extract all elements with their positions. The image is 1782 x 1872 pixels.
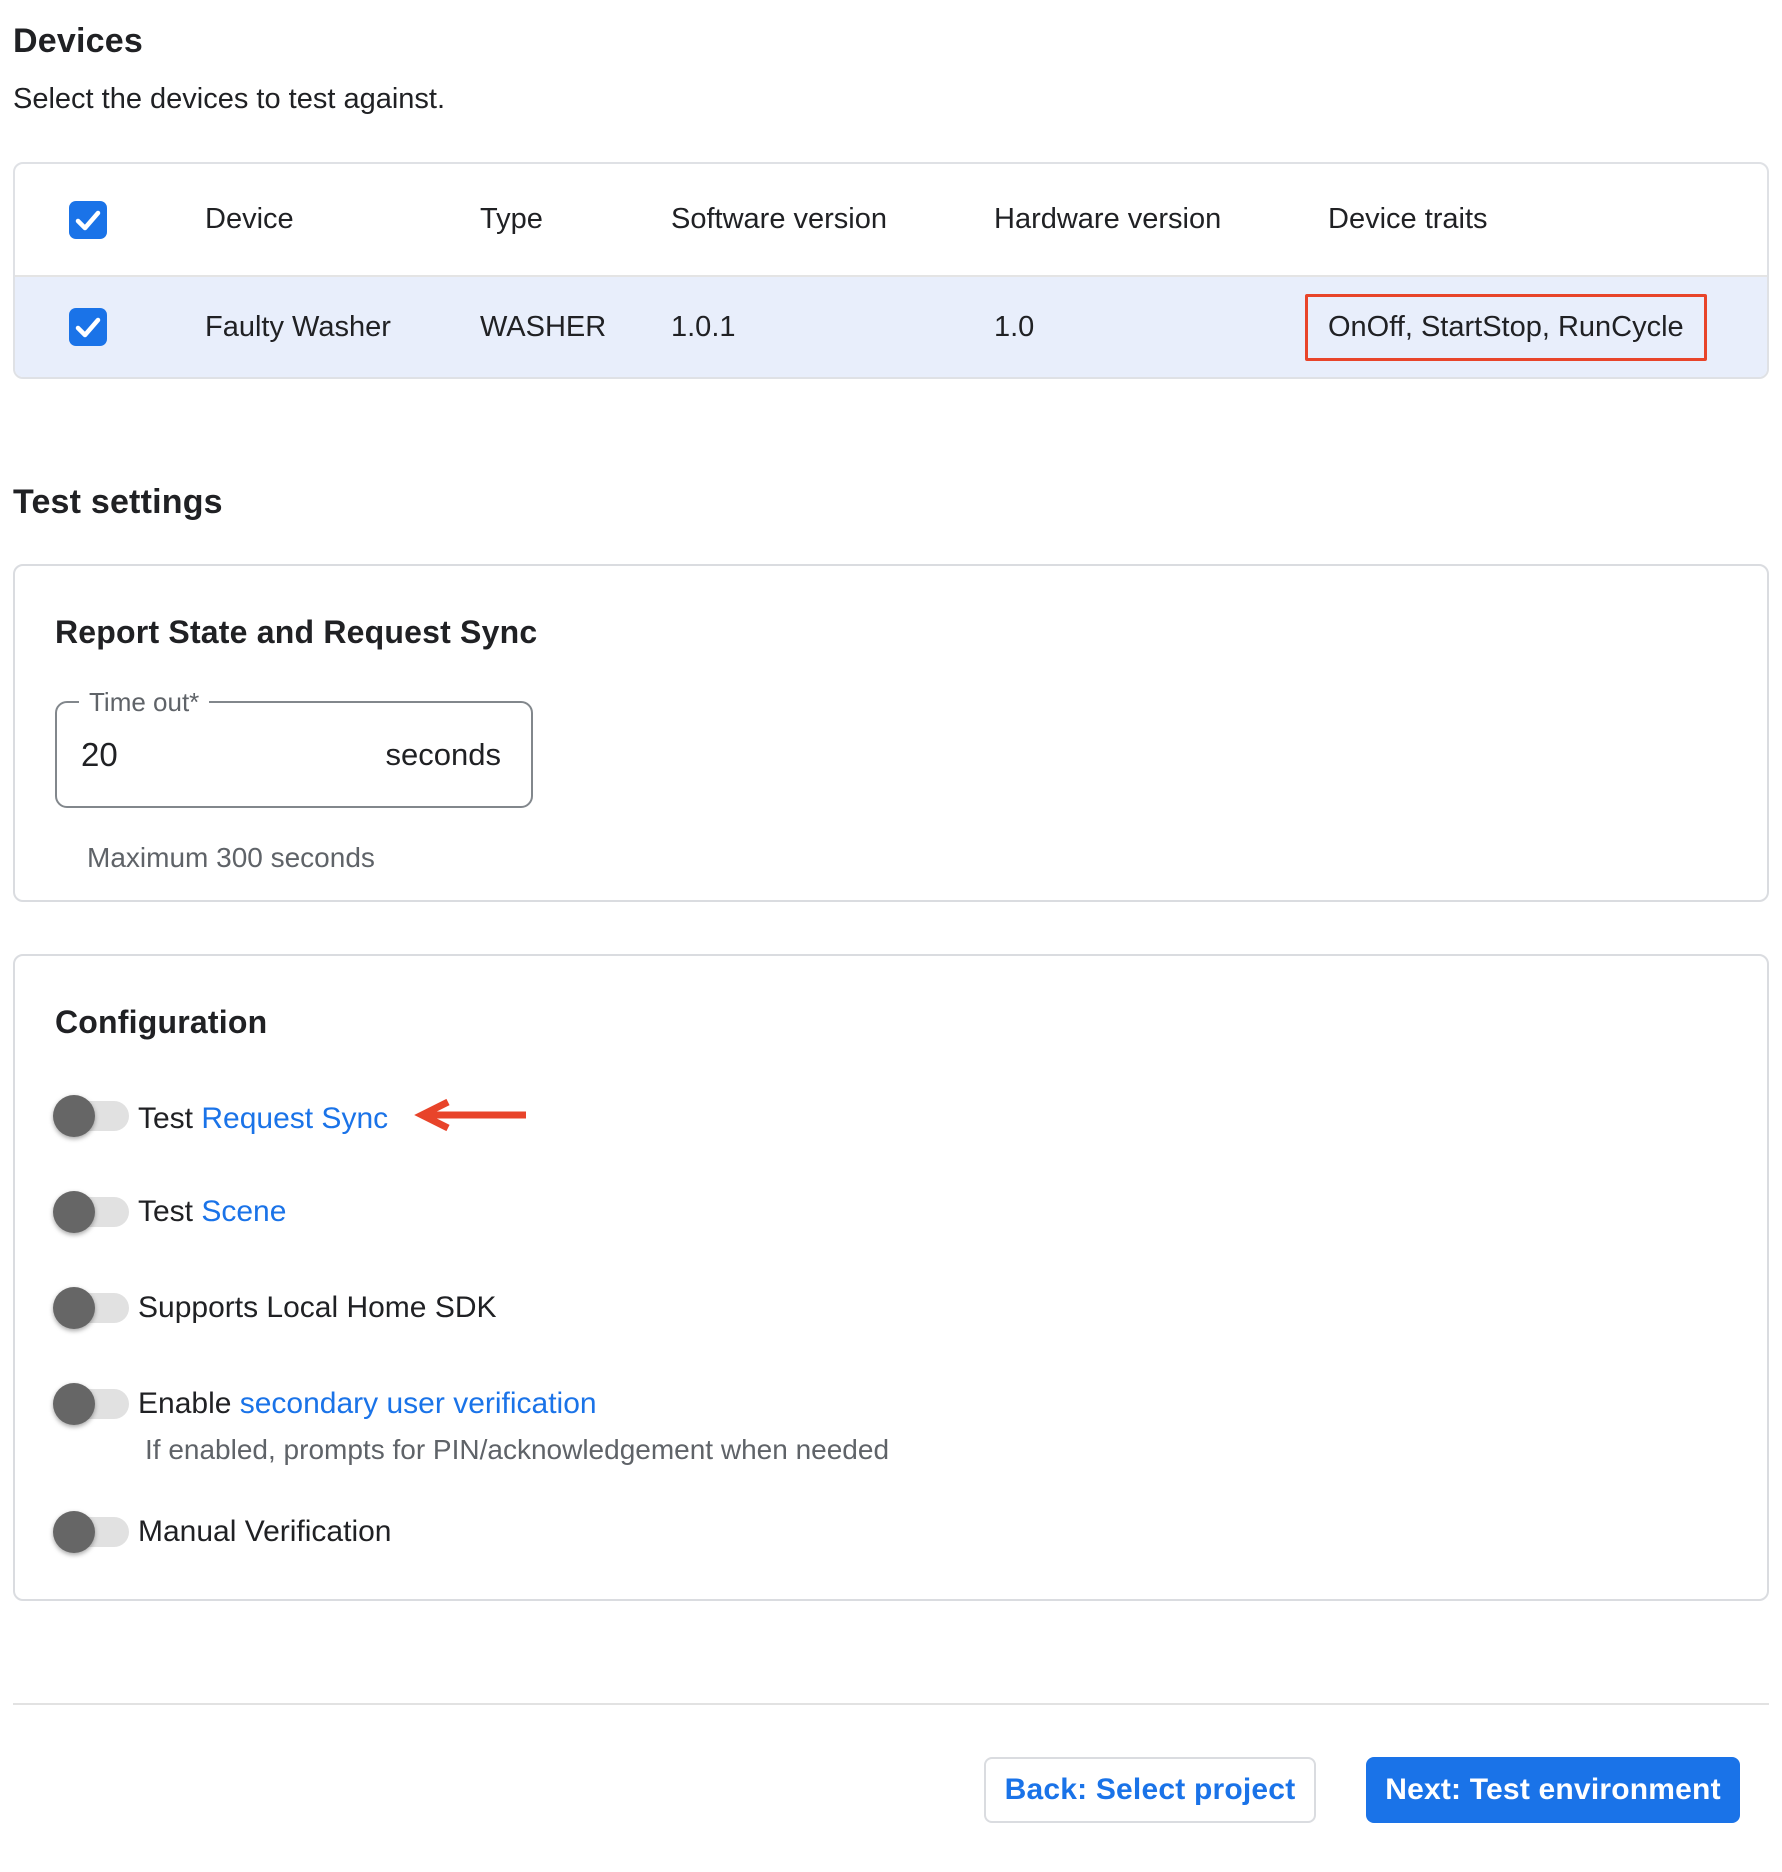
test-request-sync-toggle[interactable] [53, 1093, 129, 1139]
timeout-helper-text: Maximum 300 seconds [87, 842, 375, 873]
toggle-label-secondary-user-verification: Enable secondary user verification [138, 1387, 597, 1421]
toggle-row-manual-verification: Manual Verification [53, 1509, 1727, 1555]
test-suite-page: Devices Select the devices to test again… [0, 22, 1782, 1823]
report-sync-card: Report State and Request Sync Time out* … [13, 564, 1769, 902]
select-all-cell [15, 200, 205, 239]
column-header-device: Device [205, 203, 294, 235]
cell-software-version: 1.0.1 [671, 310, 736, 343]
cell-device-type: WASHER [480, 310, 607, 343]
timeout-unit-label: seconds [385, 737, 501, 772]
column-header-hardware-version: Hardware version [994, 203, 1222, 235]
supports-local-home-sdk-toggle[interactable] [53, 1285, 129, 1331]
toggle-label-prefix: Test [138, 1195, 202, 1228]
cell-device-name: Faulty Washer [205, 310, 391, 343]
toggle-label-manual-verification: Manual Verification [138, 1515, 391, 1549]
secondary-user-verification-toggle[interactable] [53, 1381, 129, 1427]
column-header-type: Type [480, 203, 543, 235]
row-checkbox-cell [15, 308, 205, 346]
footer-divider [13, 1703, 1769, 1705]
secondary-user-verification-helper: If enabled, prompts for PIN/acknowledgem… [145, 1434, 890, 1465]
toggle-row-secondary-user-verification: Enable secondary user verification [53, 1381, 1727, 1427]
test-scene-toggle[interactable] [53, 1189, 129, 1235]
toggle-thumb [53, 1383, 95, 1425]
timeout-input[interactable] [81, 703, 331, 806]
toggle-thumb [53, 1511, 95, 1553]
toggle-label-test-scene: Test Scene [138, 1195, 286, 1229]
toggle-row-test-request-sync: Test Request Sync [53, 1093, 1727, 1139]
scene-link[interactable]: Scene [201, 1195, 286, 1228]
page-subtitle: Select the devices to test against. [13, 83, 446, 115]
row-checkbox[interactable] [69, 308, 107, 346]
table-header-row: Device Type Software version Hardware ve… [15, 164, 1767, 277]
toggle-row-local-home-sdk: Supports Local Home SDK [53, 1285, 1727, 1331]
cell-hardware-version: 1.0 [994, 310, 1035, 343]
configuration-card: Configuration Test Request Sync Test Sce… [13, 954, 1769, 1601]
toggle-thumb [53, 1095, 95, 1137]
timeout-field[interactable]: Time out* seconds [55, 686, 533, 808]
toggle-label-prefix: Supports Local Home SDK [138, 1291, 497, 1324]
toggle-label-prefix: Test [138, 1102, 202, 1135]
column-header-device-traits: Device traits [1328, 203, 1488, 235]
manual-verification-toggle[interactable] [53, 1509, 129, 1555]
toggle-thumb [53, 1191, 95, 1233]
column-header-software-version: Software version [671, 203, 887, 235]
toggle-label-local-home-sdk: Supports Local Home SDK [138, 1291, 497, 1325]
toggle-row-test-scene: Test Scene [53, 1189, 1727, 1235]
configuration-card-title: Configuration [55, 1004, 268, 1040]
report-sync-card-title: Report State and Request Sync [55, 614, 538, 650]
device-table-row[interactable]: Faulty Washer WASHER 1.0.1 1.0 OnOff, St… [15, 277, 1767, 377]
red-arrow-left-icon [414, 1098, 527, 1132]
test-settings-title: Test settings [13, 483, 223, 521]
secondary-user-verification-link[interactable]: secondary user verification [240, 1387, 597, 1420]
select-all-checkbox[interactable] [69, 200, 107, 239]
checkmark-icon [75, 317, 101, 338]
page-title: Devices [13, 22, 143, 60]
checkmark-icon [75, 210, 101, 230]
toggle-label-test-request-sync: Test Request Sync [138, 1096, 530, 1136]
next-button[interactable]: Next: Test environment [1366, 1757, 1740, 1823]
traits-highlight-box: OnOff, StartStop, RunCycle [1305, 293, 1707, 361]
back-button[interactable]: Back: Select project [984, 1757, 1316, 1823]
toggle-thumb [53, 1287, 95, 1329]
cell-device-traits: OnOff, StartStop, RunCycle [1305, 293, 1767, 361]
devices-table: Device Type Software version Hardware ve… [13, 162, 1769, 379]
toggle-label-prefix: Enable [138, 1387, 240, 1420]
request-sync-link[interactable]: Request Sync [201, 1102, 388, 1135]
footer-actions: Back: Select project Next: Test environm… [13, 1757, 1769, 1823]
toggle-label-prefix: Manual Verification [138, 1515, 392, 1548]
